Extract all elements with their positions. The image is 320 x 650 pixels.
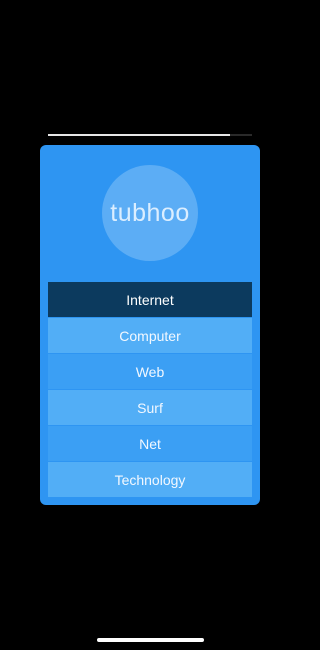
menu-list: Internet Computer Web Surf Net Technolog… (48, 282, 252, 498)
menu-item-label: Internet (126, 291, 174, 308)
menu-item-computer[interactable]: Computer (48, 318, 252, 353)
app-screen: tubhoo Internet Computer Web Surf Net Te… (0, 0, 300, 650)
progress-bar-fill (48, 134, 230, 136)
menu-item-label: Web (135, 363, 165, 380)
home-indicator[interactable] (97, 638, 204, 642)
menu-item-web[interactable]: Web (48, 354, 252, 389)
menu-item-net[interactable]: Net (48, 426, 252, 461)
menu-item-label: Surf (137, 399, 163, 416)
menu-item-label: Net (139, 435, 161, 452)
menu-card: tubhoo Internet Computer Web Surf Net Te… (40, 145, 260, 505)
progress-bar (48, 134, 252, 136)
menu-item-label: Computer (119, 327, 181, 344)
menu-item-internet[interactable]: Internet (48, 282, 252, 317)
menu-item-surf[interactable]: Surf (48, 390, 252, 425)
menu-item-technology[interactable]: Technology (48, 462, 252, 497)
menu-item-label: Technology (114, 471, 186, 488)
avatar: tubhoo (102, 165, 198, 261)
